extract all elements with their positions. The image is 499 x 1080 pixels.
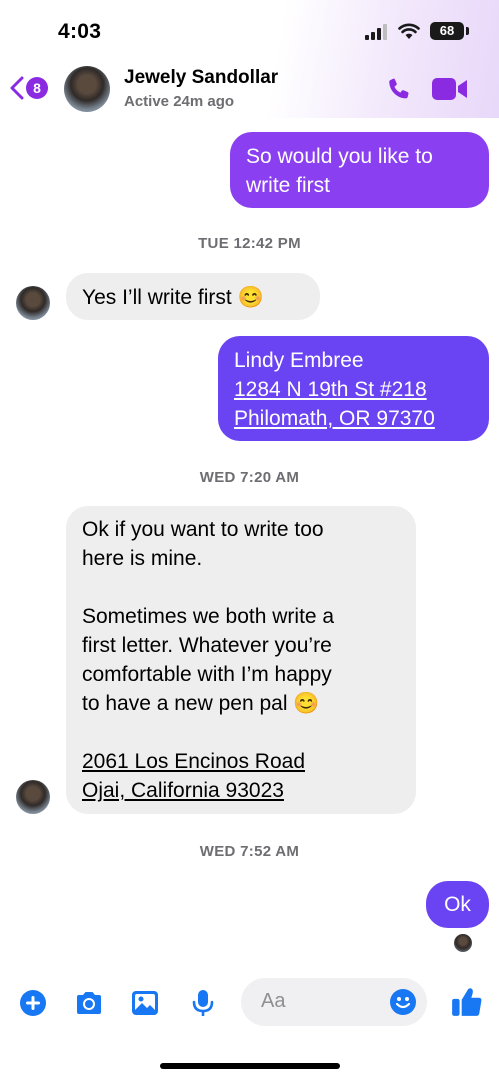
battery-icon: 68 [430,22,464,40]
conversation-header: 8 Jewely Sandollar Active 24m ago [0,60,499,118]
contact-name[interactable]: Jewely Sandollar [124,67,278,89]
unread-count-badge: 8 [26,77,48,99]
contact-active-status: Active 24m ago [124,93,235,110]
message-line-with-emoji: to have a new pen pal 😊 [82,689,400,718]
message-input[interactable]: Aa [241,978,427,1026]
cellular-signal-icon [365,24,387,40]
phone-icon[interactable] [386,76,412,102]
smiling-emoji: 😊 [293,692,320,715]
message-line: Sometimes we both write a [82,605,335,628]
back-button[interactable]: 8 [10,74,48,102]
message-line: comfortable with I’m happy [82,663,332,686]
timestamp: WED 7:20 AM [199,469,300,486]
message-composer: Aa [0,975,499,1031]
microphone-icon[interactable] [187,987,219,1019]
message-line: to have a new pen pal [82,692,288,715]
message-line: Ok if you want to write too [82,518,324,541]
contact-avatar[interactable] [64,66,110,112]
message-line [82,718,400,747]
battery-tip [466,27,469,35]
read-receipt-avatar [454,934,472,952]
outgoing-message[interactable]: Lindy Embree 1284 N 19th St #218 Philoma… [218,336,489,441]
message-line: Lindy Embree [234,349,364,372]
contact-avatar-small[interactable] [16,286,50,320]
message-line: So would you like to [246,145,433,168]
contact-avatar-small[interactable] [16,780,50,814]
photo-icon[interactable] [129,987,161,1019]
outgoing-message[interactable]: Ok [426,881,489,928]
address-link[interactable]: Ojai, California 93023 [82,776,400,805]
smiling-emoji: 😊 [237,286,264,309]
status-bar: 4:03 68 [0,0,499,60]
address-link[interactable]: 2061 Los Encinos Road [82,747,400,776]
message-line [82,573,400,602]
smiley-icon[interactable] [389,988,417,1016]
thumbs-up-icon[interactable] [450,985,484,1019]
home-indicator [160,1063,340,1069]
timestamp: WED 7:52 AM [199,843,300,860]
timestamp: TUE 12:42 PM [198,235,301,252]
message-line: first letter. Whatever you’re [82,634,332,657]
wifi-icon [398,23,420,39]
message-placeholder: Aa [261,990,286,1012]
message-line: here is mine. [82,547,203,570]
incoming-message[interactable]: Yes I’ll write first 😊 [66,273,320,320]
address-link[interactable]: 1284 N 19th St #218 [234,375,473,404]
message-line: write first [246,174,330,197]
outgoing-message[interactable]: So would you like to write first [230,132,489,208]
address-link[interactable]: Philomath, OR 97370 [234,404,473,433]
status-time: 4:03 [58,20,102,43]
camera-icon[interactable] [73,987,105,1019]
video-camera-icon[interactable] [432,78,468,100]
message-text: Yes I’ll write first [82,286,232,309]
incoming-message[interactable]: Ok if you want to write too here is mine… [66,506,416,814]
chevron-left-icon [10,76,24,100]
plus-circle-icon[interactable] [17,987,49,1019]
message-text: Ok [444,893,471,916]
